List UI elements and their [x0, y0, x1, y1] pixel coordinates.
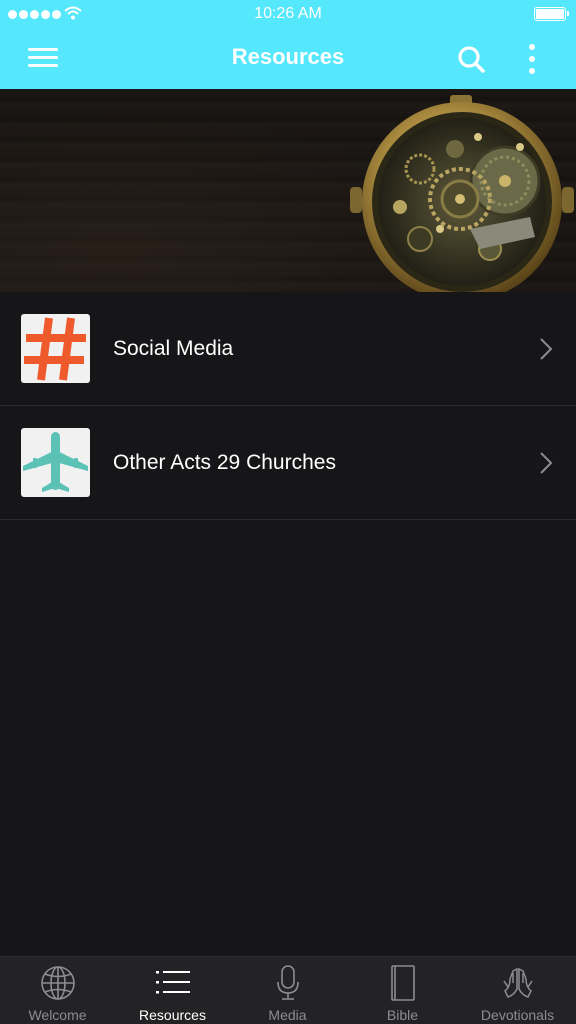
chevron-right-icon [540, 452, 553, 474]
tab-welcome[interactable]: Welcome [0, 957, 115, 1024]
page-title: Resources [231, 44, 345, 69]
resources-list: Social Media Other Acts 29 Churches [0, 292, 576, 520]
navigation-bar: Resources [0, 30, 576, 89]
header-banner-image [0, 89, 576, 292]
chevron-right-icon [540, 338, 553, 360]
tab-label: Media [268, 1007, 307, 1023]
tab-label: Welcome [28, 1007, 87, 1023]
list-item-other-acts-29-churches[interactable]: Other Acts 29 Churches [0, 406, 576, 520]
list-icon [156, 971, 190, 994]
battery-icon [534, 7, 569, 21]
search-icon[interactable] [456, 44, 486, 74]
hashtag-icon [21, 314, 90, 383]
list-item-label: Other Acts 29 Churches [113, 451, 336, 474]
status-bar: 10:26 AM [0, 0, 576, 30]
bottom-tab-bar: Welcome Resources Media Bible Devotional… [0, 956, 576, 1024]
list-item-social-media[interactable]: Social Media [0, 292, 576, 406]
tab-resources[interactable]: Resources [115, 957, 230, 1024]
status-time: 10:26 AM [254, 5, 322, 22]
tab-media[interactable]: Media [230, 957, 345, 1024]
book-icon [391, 965, 415, 1001]
praying-hands-icon [503, 967, 533, 998]
header-bar: 10:26 AM Resources [0, 0, 576, 89]
more-vertical-icon[interactable] [520, 42, 544, 76]
pocket-watch-illustration [0, 89, 576, 292]
tab-devotionals[interactable]: Devotionals [460, 957, 575, 1024]
microphone-icon [277, 965, 299, 1000]
tab-label: Resources [139, 1007, 206, 1023]
tab-bible[interactable]: Bible [345, 957, 460, 1024]
airplane-icon [21, 428, 90, 497]
globe-icon [41, 966, 75, 1000]
tab-label: Devotionals [480, 1007, 555, 1023]
tab-label: Bible [386, 1007, 419, 1023]
list-item-label: Social Media [113, 337, 234, 360]
